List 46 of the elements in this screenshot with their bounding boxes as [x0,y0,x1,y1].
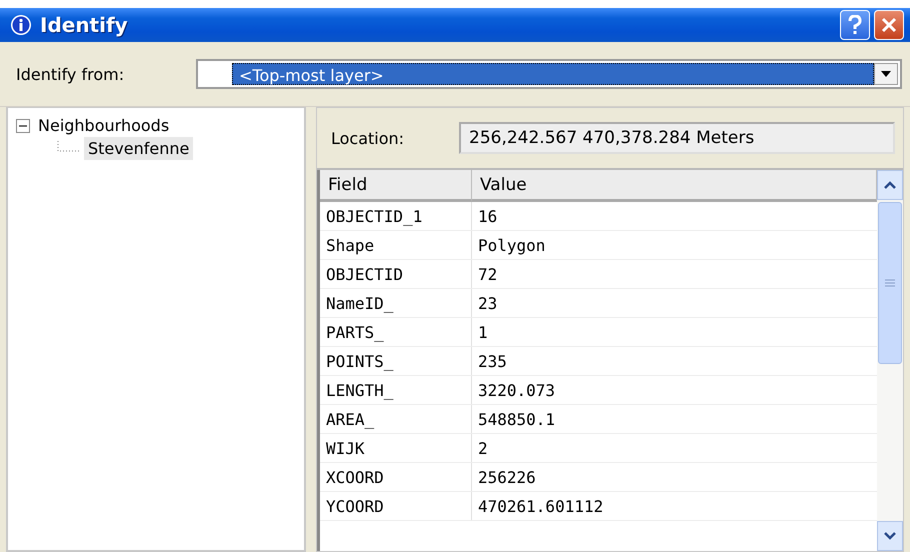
help-button[interactable] [840,10,870,40]
table-cell-text: 548850.1 [477,408,556,430]
table-cell-text: 23 [477,292,498,314]
dropdown-arrow-button[interactable] [874,63,898,85]
scroll-up-button[interactable] [877,170,903,200]
table-cell: POINTS_ [320,347,472,375]
location-field: 256,242.567 470,378.284 Meters [459,122,895,154]
scroll-down-button[interactable] [877,521,903,551]
table-cell-text: 2 [477,438,489,460]
tree-item[interactable]: Stevenfenne [84,137,194,160]
grip-icon [885,279,895,287]
table-cell-text: 16 [477,206,498,228]
table-cell-text: 1 [477,322,489,344]
table-cell: OBJECTID [320,260,472,288]
table-cell: AREA_ [320,405,472,433]
table-cell: LENGTH_ [320,376,472,404]
caret-icon [881,71,891,77]
table-cell: XCOORD [320,463,472,491]
scroll-thumb[interactable] [878,202,902,364]
tree-item[interactable]: Neighbourhoods [34,114,174,137]
help-icon [848,15,862,35]
table-cell-text: 72 [477,264,498,286]
scroll-down-icon [883,531,897,541]
table-cell: NameID_ [320,289,472,317]
column-header[interactable]: Field [320,170,472,202]
close-button[interactable] [874,10,904,40]
table-cell: WIJK [320,434,472,462]
table-cell: PARTS_ [320,318,472,346]
table-cell-text: Polygon [477,234,546,256]
scroll-up-icon [883,180,897,190]
table-cell-text: 235 [477,350,508,372]
scrollbar[interactable] [877,170,903,551]
window-title: Identify [40,13,129,37]
layer-dropdown[interactable]: <Top-most layer> [196,59,902,89]
table-cell-text: 3220.073 [477,380,556,402]
table-cell: OBJECTID_1 [320,202,472,230]
table-cell-text: 256226 [477,466,537,488]
identify-from-label: Identify from: [16,64,126,84]
collapse-icon[interactable] [16,118,30,132]
table-cell: YCOORD [320,492,472,520]
table-cell: Shape [320,231,472,259]
close-icon [881,17,897,33]
location-label: Location: [331,128,406,148]
table-cell-text: 470261.601112 [477,496,604,518]
column-header[interactable]: Value [472,170,877,202]
info-icon [10,14,32,36]
